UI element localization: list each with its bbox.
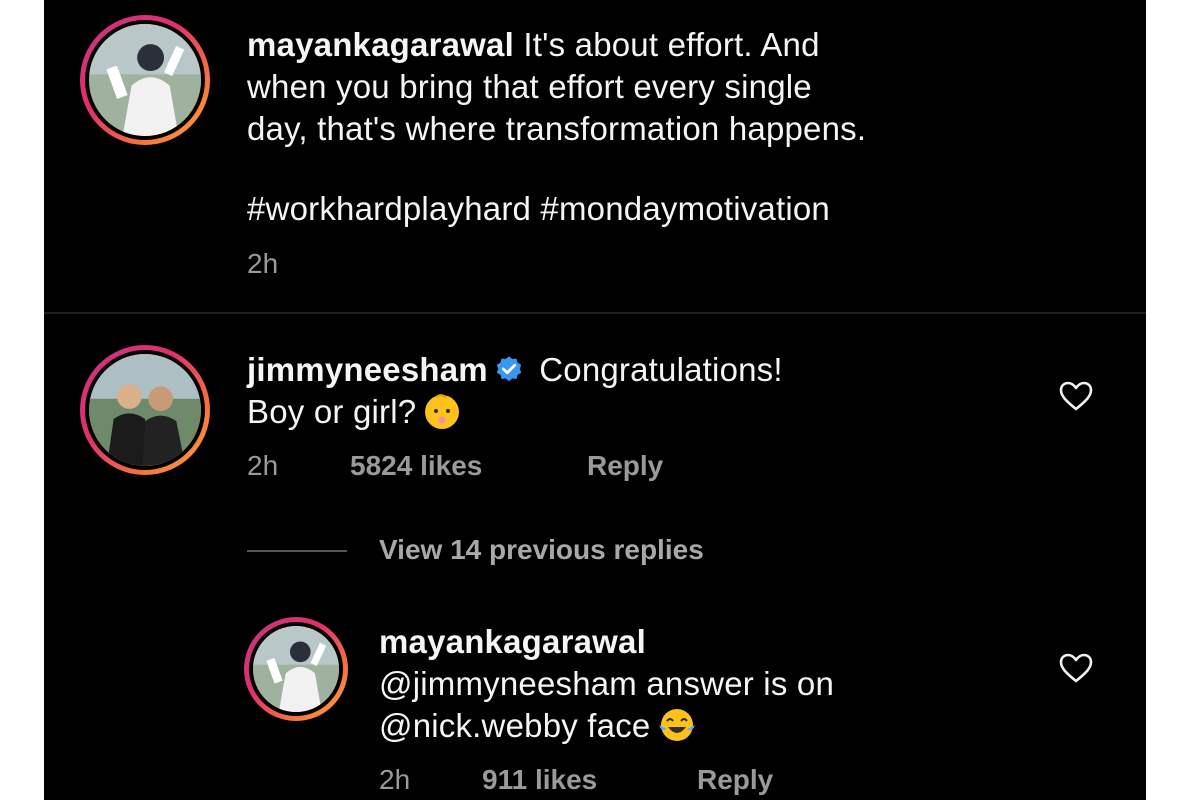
- post-author-avatar[interactable]: [80, 15, 210, 145]
- caption-line-1: It's about effort. And: [523, 26, 820, 63]
- reply-reply-button[interactable]: Reply: [697, 764, 773, 796]
- reply-time: 2h: [379, 764, 411, 795]
- post-time: 2h: [247, 248, 279, 279]
- baby-emoji-icon: [425, 394, 460, 429]
- reply-author-avatar[interactable]: [244, 617, 348, 721]
- comment-line-2: Boy or girl?: [247, 393, 417, 430]
- reply-like-heart-icon[interactable]: [1058, 652, 1094, 684]
- post-hashtags[interactable]: #workhardplayhard #mondaymotivation: [247, 188, 830, 230]
- reply-username[interactable]: mayankagarawal: [379, 621, 834, 663]
- post-caption: mayankagarawal It's about effort. And wh…: [247, 24, 866, 150]
- cricketer-photo-icon: [89, 24, 201, 136]
- two-players-photo-icon: [89, 354, 201, 466]
- comment-line-1: Congratulations!: [539, 351, 783, 388]
- comment-time: 2h: [247, 450, 279, 481]
- comment-reply-button[interactable]: Reply: [587, 450, 663, 482]
- view-previous-replies-link[interactable]: View 14 previous replies: [379, 534, 704, 566]
- reply-meta: 2h 911 likes Reply: [379, 764, 879, 798]
- tears-of-joy-emoji-icon: [658, 709, 695, 741]
- replies-divider-line: [247, 550, 347, 552]
- reply-line-2: @nick.webby face: [379, 707, 651, 744]
- caption-line-2: when you bring that effort every single: [247, 68, 812, 105]
- comment-meta: 2h 5824 likes Reply: [247, 450, 747, 484]
- reply-body: mayankagarawal @jimmyneesham answer is o…: [379, 621, 834, 747]
- comment-likes[interactable]: 5824 likes: [350, 450, 482, 482]
- verified-badge-icon: [496, 356, 522, 382]
- cricketer-photo-icon: [253, 626, 339, 712]
- reply-line-1: @jimmyneesham answer is on: [379, 665, 835, 702]
- reply-likes[interactable]: 911 likes: [482, 764, 597, 796]
- commenter-avatar[interactable]: [80, 345, 210, 475]
- caption-line-3: day, that's where transformation happens…: [247, 110, 867, 147]
- divider: [44, 312, 1146, 314]
- comment-like-heart-icon[interactable]: [1058, 380, 1094, 412]
- comments-screen: mayankagarawal It's about effort. And wh…: [44, 0, 1146, 800]
- post-username[interactable]: mayankagarawal: [247, 26, 514, 63]
- comment-username[interactable]: jimmyneesham: [247, 351, 488, 388]
- comment-body: jimmyneesham Congratulations! Boy or gir…: [247, 349, 783, 433]
